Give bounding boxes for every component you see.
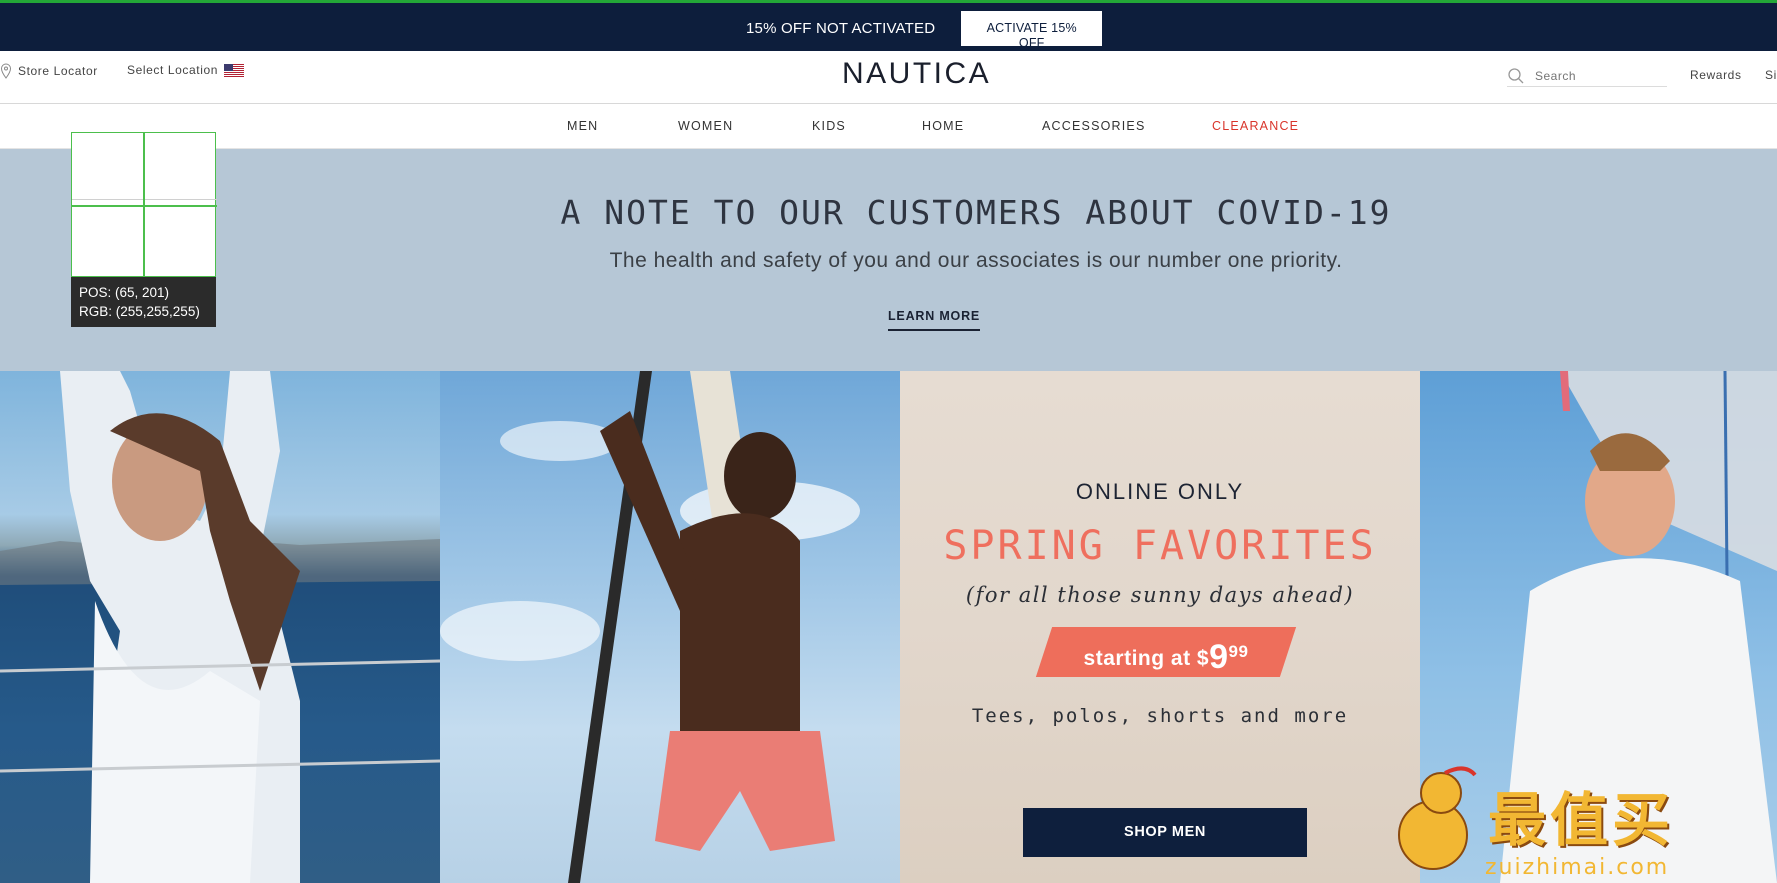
price-tag: starting at $999 bbox=[1044, 627, 1288, 677]
color-picker-overlay: POS: (65, 201) RGB: (255,255,255) bbox=[71, 132, 217, 327]
nav-item-accessories[interactable]: ACCESSORIES bbox=[1042, 119, 1146, 133]
shop-men-button[interactable]: SHOP MEN bbox=[1023, 808, 1307, 857]
promo-bar-content: 15% OFF NOT ACTIVATED ACTIVATE 15% OFF bbox=[746, 11, 1103, 50]
covid-title: A NOTE TO OUR CUSTOMERS ABOUT COVID-19 bbox=[560, 193, 1392, 232]
search-input[interactable] bbox=[1535, 68, 1655, 83]
nav-item-men[interactable]: MEN bbox=[567, 119, 598, 133]
price-dollar-sign: $ bbox=[1196, 647, 1210, 670]
price-prefix: starting at bbox=[1083, 647, 1197, 670]
store-locator-label: Store Locator bbox=[18, 64, 98, 78]
watermark-text: 最值买 bbox=[1488, 786, 1675, 854]
covid-subtitle: The health and safety of you and our ass… bbox=[609, 249, 1343, 272]
nav-item-kids[interactable]: KIDS bbox=[812, 119, 846, 133]
hero-image-man-swim[interactable] bbox=[440, 371, 900, 883]
rewards-link[interactable]: Rewards bbox=[1690, 68, 1742, 82]
site-header: Store Locator Select Location NAUTICA Se… bbox=[0, 51, 1777, 104]
nav-item-home[interactable]: HOME bbox=[922, 119, 964, 133]
us-flag-icon bbox=[224, 63, 245, 77]
covid-banner: A NOTE TO OUR CUSTOMERS ABOUT COVID-19 T… bbox=[0, 149, 1777, 371]
nautica-logo[interactable]: NAUTICA bbox=[842, 57, 991, 91]
spring-favorites-promo: ONLINE ONLY SPRING FAVORITES (for all th… bbox=[900, 371, 1420, 883]
nav-item-clearance[interactable]: CLEARANCE bbox=[1212, 119, 1299, 133]
promo-items-text: Tees, polos, shorts and more bbox=[971, 705, 1349, 727]
select-location-link[interactable]: Select Location bbox=[127, 63, 245, 77]
price-whole: 9 bbox=[1209, 638, 1229, 676]
price-cents: 99 bbox=[1228, 642, 1249, 661]
watermark-url: zuizhimai.com bbox=[1485, 855, 1670, 880]
picker-position: POS: (65, 201) bbox=[79, 285, 170, 300]
spring-favorites-headline: SPRING FAVORITES bbox=[943, 523, 1377, 569]
location-pin-icon bbox=[0, 63, 12, 79]
main-nav: MEN WOMEN KIDS HOME ACCESSORIES CLEARANC… bbox=[0, 104, 1777, 149]
site-watermark: 最值买 zuizhimai.com bbox=[1385, 763, 1777, 883]
search-bar[interactable] bbox=[1507, 65, 1667, 87]
search-icon[interactable] bbox=[1507, 67, 1525, 85]
picker-info-panel: POS: (65, 201) RGB: (255,255,255) bbox=[71, 277, 216, 327]
promo-tagline: (for all those sunny days ahead) bbox=[965, 583, 1355, 607]
gourd-logo-icon bbox=[1398, 766, 1477, 870]
magnifier-divider bbox=[72, 199, 217, 200]
sign-in-link[interactable]: Si bbox=[1765, 68, 1777, 82]
select-location-label: Select Location bbox=[127, 63, 219, 77]
store-locator-link[interactable]: Store Locator bbox=[0, 63, 98, 79]
magnifier-grid bbox=[71, 132, 217, 278]
promo-status-text: 15% OFF NOT ACTIVATED bbox=[746, 20, 936, 37]
picker-rgb: RGB: (255,255,255) bbox=[79, 304, 200, 319]
learn-more-link[interactable]: LEARN MORE bbox=[888, 309, 981, 331]
hero-image-woman[interactable] bbox=[0, 371, 440, 883]
page: 15% OFF NOT ACTIVATED ACTIVATE 15% OFF S… bbox=[0, 0, 1777, 883]
crosshair-horizontal bbox=[72, 205, 217, 207]
activate-discount-button[interactable]: ACTIVATE 15% OFF bbox=[961, 11, 1103, 50]
promo-bar: 15% OFF NOT ACTIVATED ACTIVATE 15% OFF bbox=[0, 0, 1777, 51]
online-only-label: ONLINE ONLY bbox=[1075, 479, 1245, 504]
nav-item-women[interactable]: WOMEN bbox=[678, 119, 733, 133]
